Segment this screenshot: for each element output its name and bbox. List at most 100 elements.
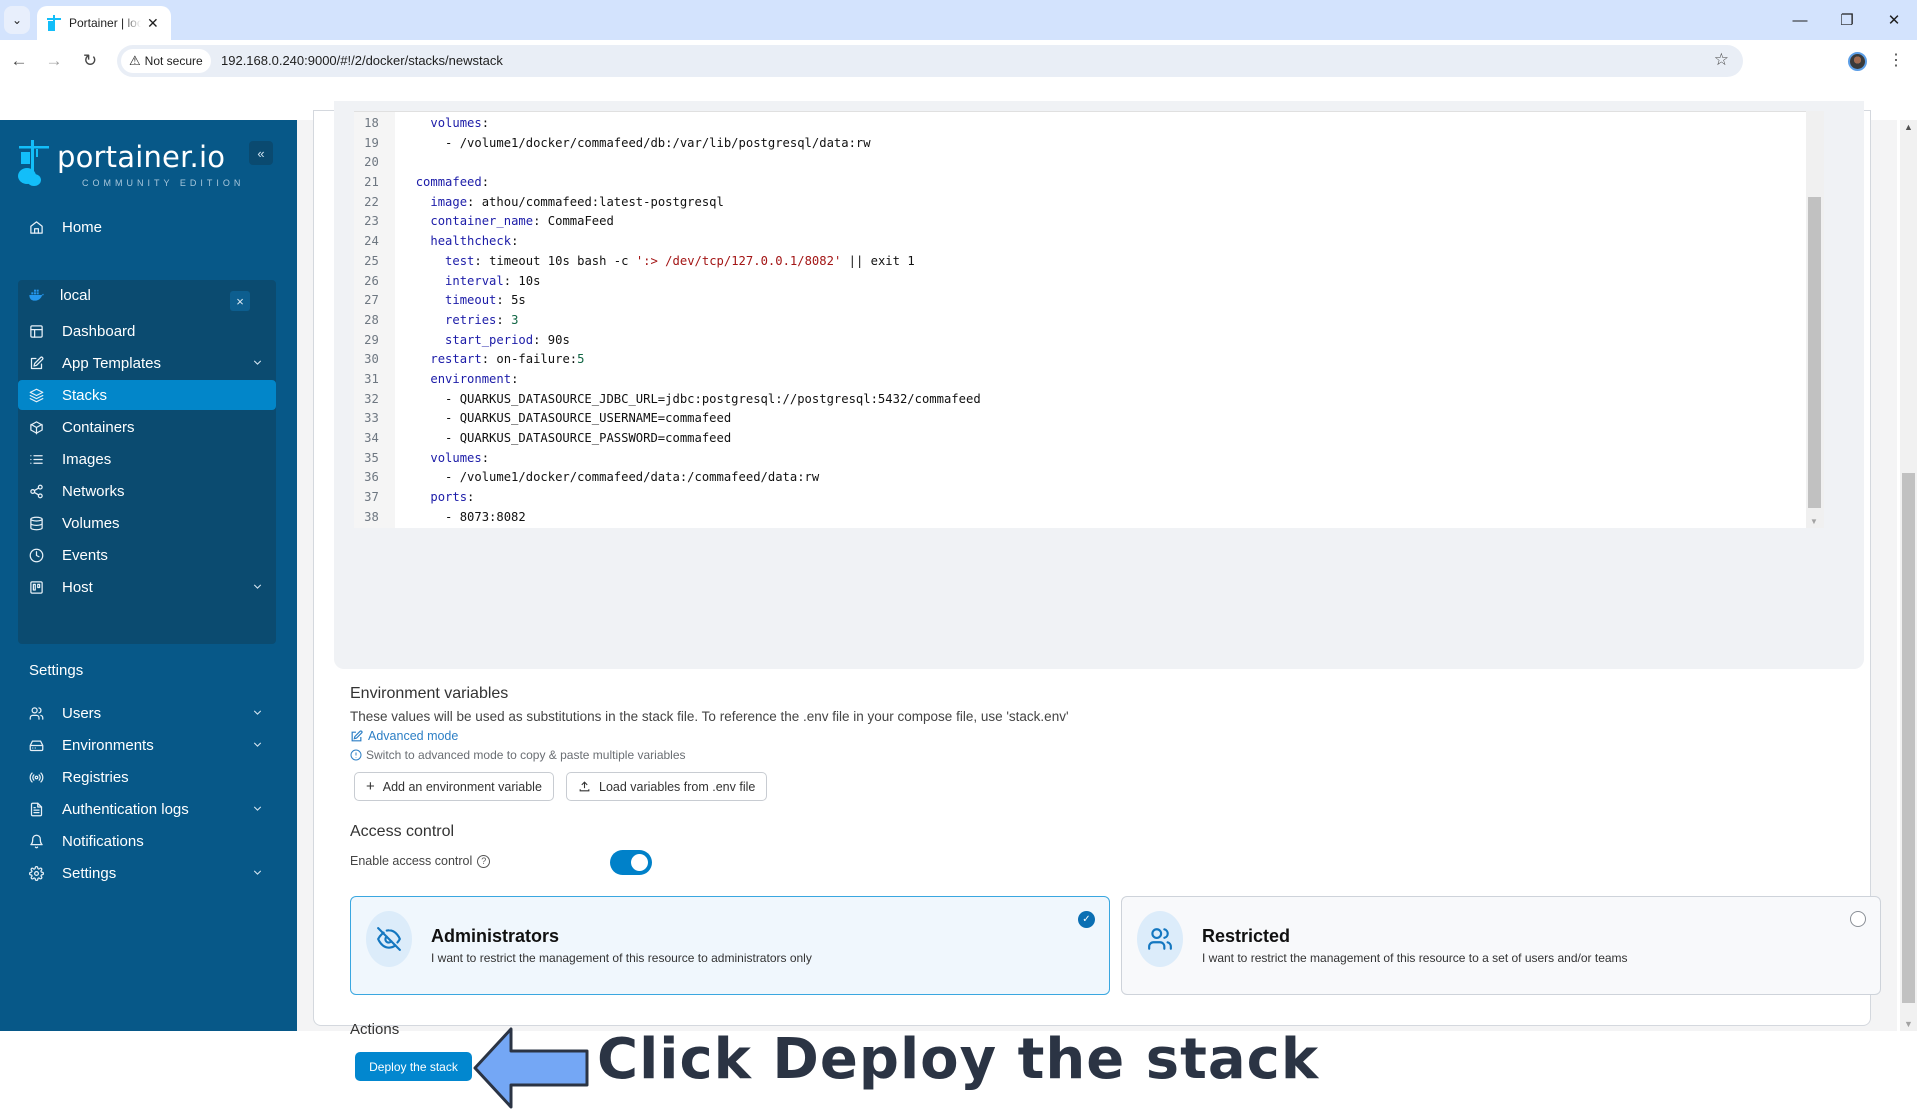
sidebar-item-registries[interactable]: Registries (18, 762, 276, 792)
code-line[interactable]: 27 timeout: 5s (354, 291, 981, 311)
code-line[interactable]: 33 - QUARKUS_DATASOURCE_USERNAME=commafe… (354, 409, 981, 429)
code-line[interactable]: 20 (354, 153, 981, 173)
radio-icon (28, 769, 44, 785)
line-number: 19 (364, 135, 379, 150)
forward-arrow-icon[interactable]: → (41, 48, 67, 74)
sidebar-item-volumes[interactable]: Volumes (18, 508, 276, 538)
code-editor[interactable]: 18 volumes: 19 - /volume1/docker/commafee… (354, 111, 1806, 528)
page-scrollbar[interactable]: ▲ ▼ (1900, 120, 1917, 1031)
code-line[interactable]: 34 - QUARKUS_DATASOURCE_PASSWORD=commafe… (354, 429, 981, 449)
advanced-mode-link[interactable]: Advanced mode (350, 729, 458, 743)
browser-tab[interactable]: Portainer | local ✕ (37, 6, 171, 40)
tab-search-button[interactable]: ⌄ (4, 6, 30, 34)
back-arrow-icon[interactable]: ← (6, 48, 32, 74)
portainer-crane-icon (18, 140, 49, 186)
code-line[interactable]: 24 healthcheck: (354, 232, 981, 252)
sidebar-item-label: Environments (62, 736, 154, 754)
access-control-toggle[interactable] (610, 850, 652, 875)
database-icon (28, 515, 44, 531)
sidebar-item-dashboard[interactable]: Dashboard (18, 316, 276, 346)
sidebar-item-label: Settings (62, 864, 117, 882)
code-line[interactable]: 25 test: timeout 10s bash -c ':> /dev/tc… (354, 252, 981, 272)
code-token: test (445, 253, 475, 268)
code-token: - /volume1/docker/commafeed/db:/var/lib/… (401, 135, 871, 150)
page-scrollbar-thumb[interactable] (1902, 473, 1915, 1003)
chevron-down-icon[interactable] (251, 706, 264, 723)
chevron-down-icon[interactable] (251, 802, 264, 819)
environment-header[interactable]: local (18, 280, 218, 310)
sidebar-item-settings[interactable]: Settings (18, 858, 276, 888)
code-token: : (511, 371, 519, 386)
close-environment-button[interactable]: × (230, 291, 250, 311)
editor-scrollbar[interactable]: ▼ (1806, 111, 1824, 528)
edit-icon (351, 729, 363, 741)
code-line[interactable]: 21 commafeed: (354, 173, 981, 193)
line-number: 28 (364, 312, 379, 327)
bookmark-star-icon[interactable]: ☆ (1714, 50, 1729, 70)
code-line[interactable]: 32 - QUARKUS_DATASOURCE_JDBC_URL=jdbc:po… (354, 390, 981, 410)
code-line[interactable]: 38 - 8073:8082 (354, 508, 981, 528)
code-line[interactable]: 26 interval: 10s (354, 272, 981, 292)
reload-icon[interactable]: ↻ (77, 48, 103, 74)
code-line[interactable]: 37 ports: (354, 488, 981, 508)
line-number: 27 (364, 293, 379, 308)
code-line[interactable]: 18 volumes: (354, 114, 981, 134)
code-line[interactable]: 30 restart: on-failure:5 (354, 350, 981, 370)
sidebar-item-app-templates[interactable]: App Templates (18, 348, 276, 378)
restore-button[interactable]: ❐ (1827, 8, 1867, 32)
security-chip[interactable]: ⚠ Not secure (121, 49, 211, 73)
tab-close-icon[interactable]: ✕ (147, 15, 159, 32)
option-title: Restricted (1202, 926, 1291, 946)
code-line[interactable]: 31 environment: (354, 370, 981, 390)
access-option-restricted[interactable]: Restricted I want to restrict the manage… (1121, 896, 1881, 995)
code-line[interactable]: 29 start_period: 90s (354, 331, 981, 351)
profile-avatar[interactable] (1848, 52, 1867, 71)
line-number: 26 (364, 273, 379, 288)
add-environment-variable-button[interactable]: + Add an environment variable (354, 772, 554, 801)
code-line[interactable]: 19 - /volume1/docker/commafeed/db:/var/l… (354, 134, 981, 154)
access-option-administrators[interactable]: Administrators I want to restrict the ma… (350, 896, 1110, 995)
close-window-button[interactable]: ✕ (1874, 8, 1914, 32)
chevron-down-icon[interactable] (251, 580, 264, 597)
code-line[interactable]: 22 image: athou/commafeed:latest-postgre… (354, 193, 981, 213)
scroll-up-arrow-icon[interactable]: ▲ (1904, 122, 1913, 132)
code-line[interactable]: 28 retries: 3 (354, 311, 981, 331)
browser-menu-icon[interactable]: ⋮ (1888, 50, 1904, 70)
address-bar[interactable]: ⚠ Not secure 192.168.0.240:9000/#!/2/doc… (117, 45, 1743, 77)
sidebar-item-images[interactable]: Images (18, 444, 276, 474)
deploy-stack-button[interactable]: Deploy the stack (355, 1052, 472, 1081)
sidebar-item-host[interactable]: Host (18, 572, 276, 602)
code-line[interactable]: 36 - /volume1/docker/commafeed/data:/com… (354, 468, 981, 488)
help-circle-icon[interactable]: ? (477, 854, 491, 868)
chevron-down-icon[interactable] (251, 866, 264, 883)
sidebar-item-label: Authentication logs (62, 800, 189, 818)
sidebar-item-stacks[interactable]: Stacks (18, 380, 276, 410)
collapse-sidebar-button[interactable]: « (249, 141, 273, 165)
code-line[interactable]: 35 volumes: (354, 449, 981, 469)
sidebar-item-users[interactable]: Users (18, 698, 276, 728)
url-text[interactable]: 192.168.0.240:9000/#!/2/docker/stacks/ne… (221, 53, 503, 68)
scroll-down-arrow-icon[interactable]: ▼ (1810, 517, 1818, 526)
minimize-button[interactable]: — (1780, 8, 1820, 32)
sidebar-item-containers[interactable]: Containers (18, 412, 276, 442)
radio-button[interactable] (1850, 911, 1866, 927)
sidebar-item-label: Networks (62, 482, 125, 500)
scroll-down-arrow-icon[interactable]: ▼ (1904, 1019, 1913, 1029)
line-number: 20 (364, 155, 379, 170)
load-env-file-button[interactable]: Load variables from .env file (566, 772, 768, 801)
code-token: commafeed (415, 175, 482, 190)
chevron-down-icon[interactable] (251, 356, 264, 373)
code-token: - QUARKUS_DATASOURCE_JDBC_URL=jdbc:postg… (401, 391, 981, 406)
sidebar-item-notifications[interactable]: Notifications (18, 826, 276, 856)
editor-scrollbar-thumb[interactable] (1808, 197, 1821, 508)
sidebar-item-environments[interactable]: Environments (18, 730, 276, 760)
sidebar-item-home[interactable]: Home (18, 212, 276, 242)
chevron-down-icon[interactable] (251, 738, 264, 755)
sidebar-item-events[interactable]: Events (18, 540, 276, 570)
sidebar-item-networks[interactable]: Networks (18, 476, 276, 506)
code-line[interactable]: 23 container_name: CommaFeed (354, 212, 981, 232)
sidebar-item-authentication-logs[interactable]: Authentication logs (18, 794, 276, 824)
